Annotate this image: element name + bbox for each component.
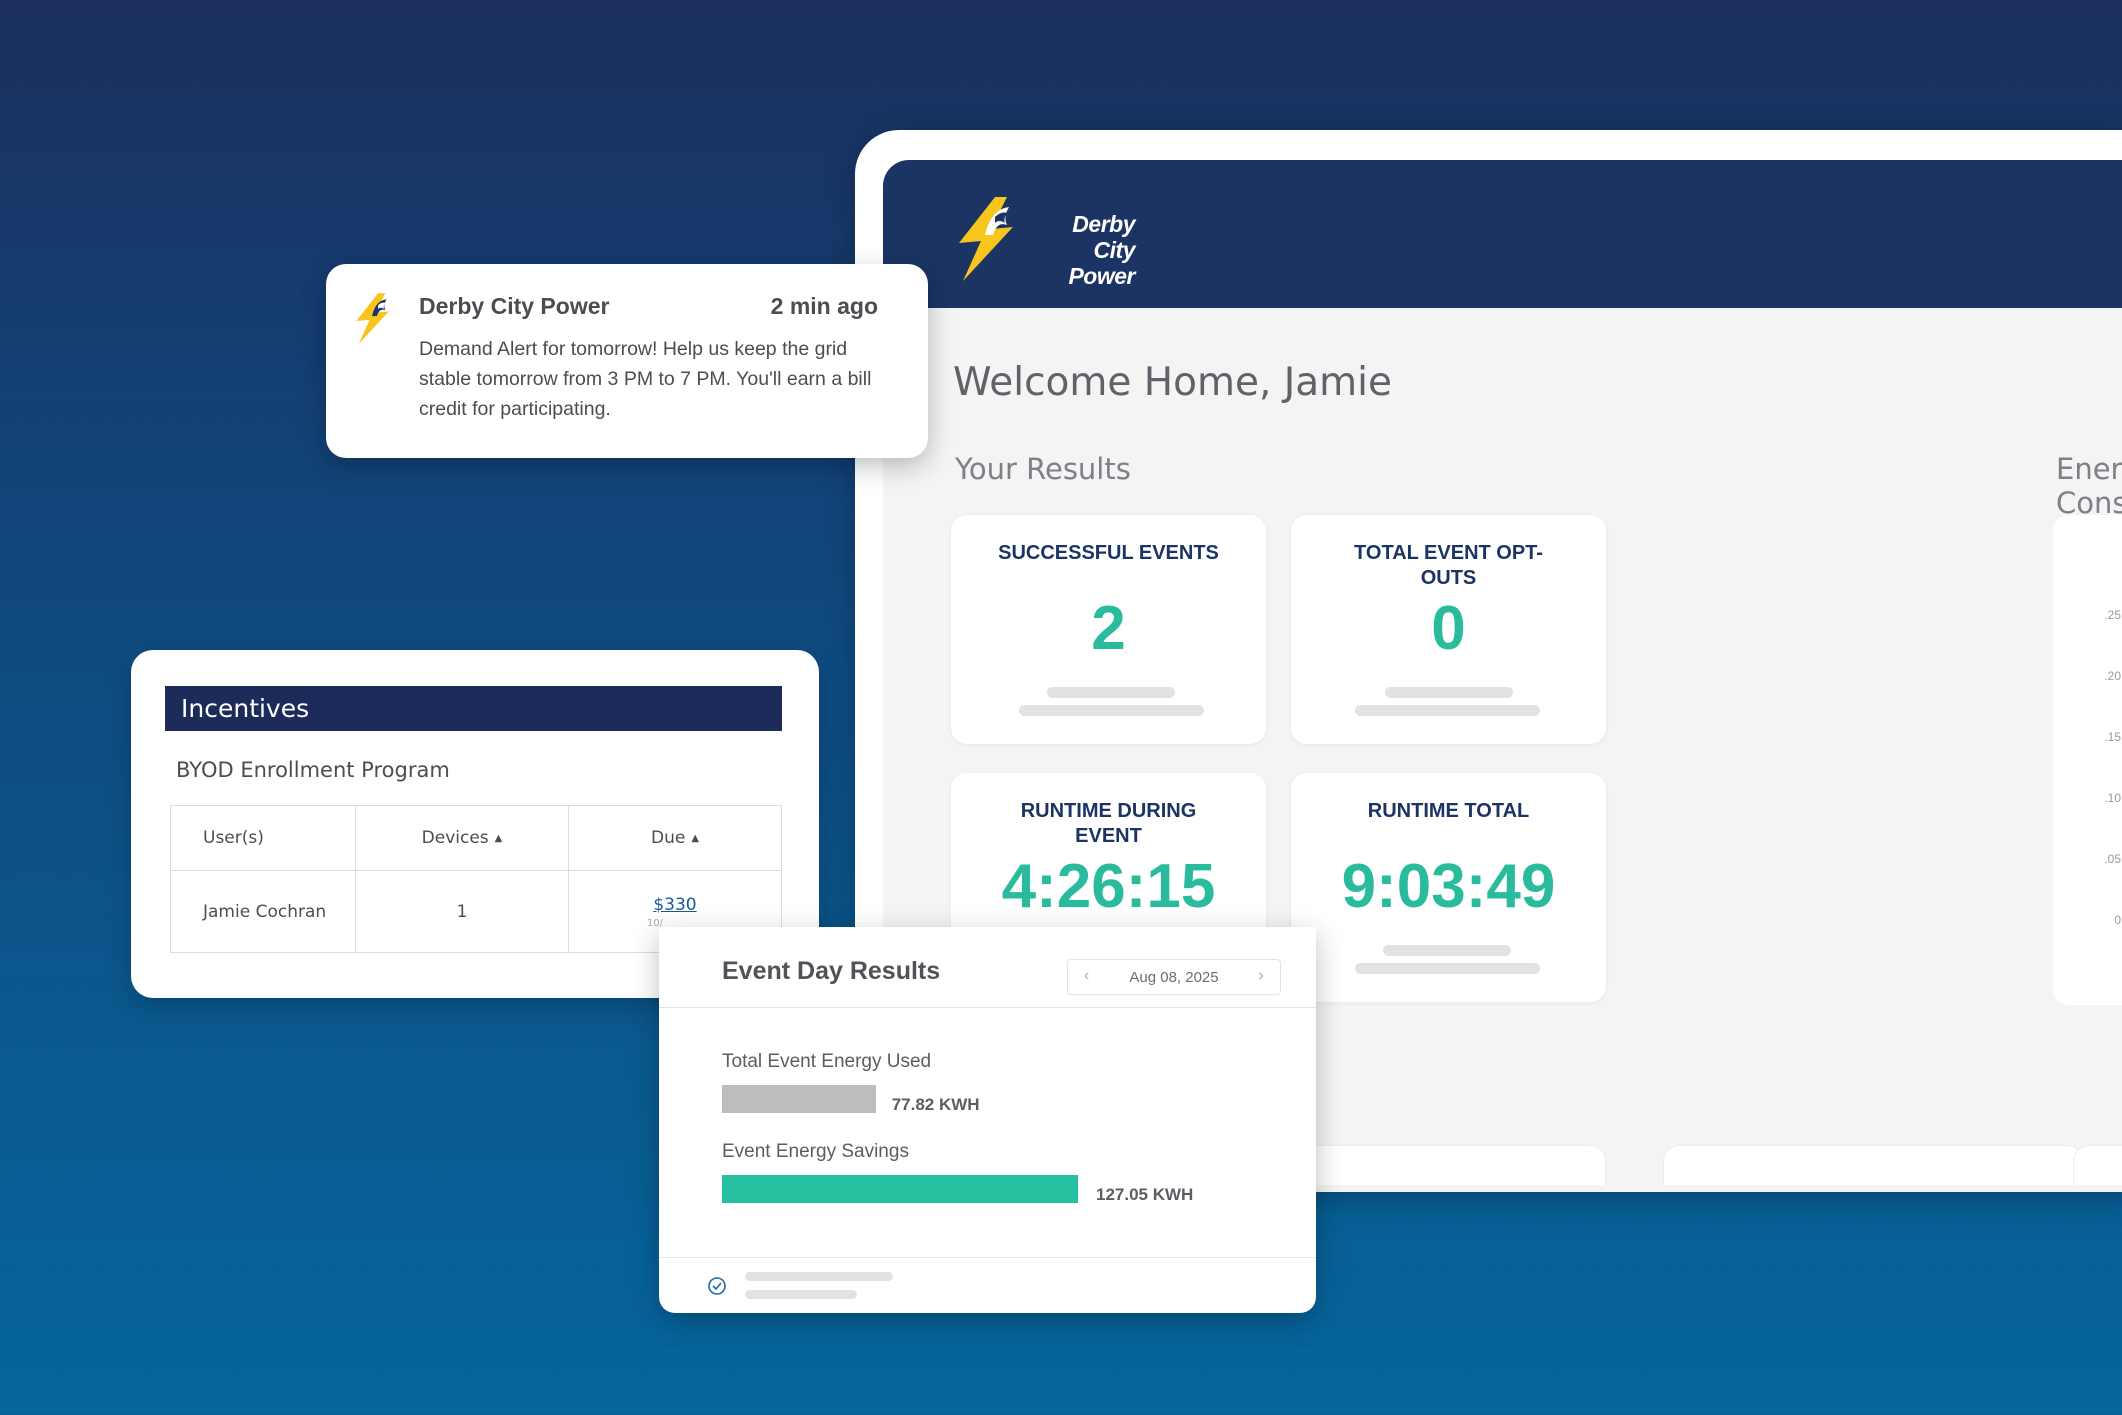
stat-label: Total Event Opt-Outs bbox=[1354, 542, 1543, 589]
placeholder-line bbox=[1019, 705, 1204, 716]
y-tick-label: 0 bbox=[2114, 913, 2121, 927]
chevron-right-icon[interactable]: › bbox=[1259, 967, 1264, 985]
program-name: BYOD Enrollment Program bbox=[176, 758, 450, 782]
event-card-header: Event Day Results ‹ Aug 08, 2025 › bbox=[659, 927, 1316, 1008]
notification-message: Demand Alert for tomorrow! Help us keep … bbox=[419, 338, 872, 420]
energy-savings-label: Event Energy Savings bbox=[722, 1141, 909, 1162]
stat-label: Runtime Total bbox=[1367, 800, 1530, 822]
event-card-footer bbox=[659, 1257, 1316, 1313]
due-amount-link[interactable]: $330 bbox=[569, 895, 781, 915]
y-tick-label: .20 bbox=[2104, 669, 2121, 683]
y-tick-label: .10 bbox=[2104, 791, 2121, 805]
column-header-devices[interactable]: Devices ▲︎ bbox=[355, 805, 569, 871]
stat-card-runtime-total: Runtime Total 9:03:49 bbox=[1291, 773, 1606, 1002]
energy-chart-card: 0.05.10.15.20.2512:00 AM6:00 AM12:00 PM bbox=[2053, 515, 2122, 1005]
energy-savings-bar bbox=[722, 1175, 1078, 1203]
card-placeholder bbox=[2073, 1145, 2122, 1185]
results-title: Your Results bbox=[955, 452, 1131, 486]
welcome-heading: Welcome Home, Jamie bbox=[953, 360, 1392, 405]
energy-title: Energy Consumption bbox=[2056, 452, 2122, 520]
incentives-title: Incentives bbox=[165, 686, 782, 731]
stat-label: Successful Events bbox=[998, 542, 1219, 564]
energy-used-label: Total Event Energy Used bbox=[722, 1051, 932, 1072]
stat-card-successful-events: Successful Events 2 bbox=[951, 515, 1266, 744]
card-placeholder bbox=[1663, 1145, 2083, 1185]
column-header-due[interactable]: Due ▲︎ bbox=[568, 805, 782, 871]
table-header-row: User(s) Devices ▲︎ Due ▲︎ bbox=[170, 805, 782, 871]
placeholder-line bbox=[1355, 963, 1540, 974]
placeholder-line bbox=[1355, 705, 1540, 716]
event-card-title: Event Day Results bbox=[722, 957, 941, 985]
energy-used-bar bbox=[722, 1085, 876, 1113]
stat-value: 9:03:49 bbox=[1341, 852, 1556, 921]
cell-devices: 1 bbox=[355, 870, 569, 953]
brand-logo[interactable]: Derby City Power bbox=[955, 195, 1136, 289]
placeholder-line bbox=[1047, 687, 1175, 698]
stat-value: 0 bbox=[1431, 594, 1466, 663]
energy-chart: 0.05.10.15.20.2512:00 AM6:00 AM12:00 PM bbox=[2104, 608, 2121, 927]
brand-logo-text: Derby City Power bbox=[1068, 211, 1135, 289]
check-circle-icon bbox=[708, 1277, 726, 1295]
y-tick-label: .05 bbox=[2104, 852, 2121, 866]
lightning-bolt-icon bbox=[959, 197, 1013, 281]
placeholder-line bbox=[1385, 687, 1513, 698]
lightning-bolt-icon bbox=[356, 293, 389, 344]
sort-icon[interactable]: ▲︎ bbox=[495, 833, 503, 844]
stat-card-opt-outs: Total Event Opt-Outs 0 bbox=[1291, 515, 1606, 744]
notification-sender: Derby City Power bbox=[419, 293, 610, 319]
placeholder-line bbox=[745, 1272, 893, 1281]
demand-alert-notification[interactable]: Derby City Power 2 min ago Demand Alert … bbox=[326, 264, 928, 458]
sort-icon[interactable]: ▲︎ bbox=[691, 833, 699, 844]
dashboard-header: Derby City Power bbox=[883, 160, 2122, 308]
placeholder-line bbox=[1383, 945, 1511, 956]
card-placeholder bbox=[1291, 1145, 1606, 1185]
date-picker[interactable]: ‹ Aug 08, 2025 › bbox=[1067, 959, 1281, 995]
date-value: Aug 08, 2025 bbox=[1129, 969, 1219, 986]
stat-label: Runtime During Event bbox=[1020, 800, 1197, 847]
stat-value: 4:26:15 bbox=[1001, 852, 1216, 921]
y-tick-label: .15 bbox=[2104, 730, 2121, 744]
stat-value: 2 bbox=[1091, 594, 1126, 663]
y-tick-label: .25 bbox=[2104, 608, 2121, 622]
energy-used-value: 77.82 KWH bbox=[891, 1095, 980, 1114]
energy-savings-value: 127.05 KWH bbox=[1096, 1185, 1194, 1204]
event-day-results-card: Event Day Results ‹ Aug 08, 2025 › Total… bbox=[659, 927, 1316, 1313]
column-header-users: User(s) bbox=[170, 805, 356, 871]
placeholder-line bbox=[745, 1290, 857, 1299]
cell-user: Jamie Cochran bbox=[170, 870, 356, 953]
notification-time: 2 min ago bbox=[770, 293, 878, 319]
